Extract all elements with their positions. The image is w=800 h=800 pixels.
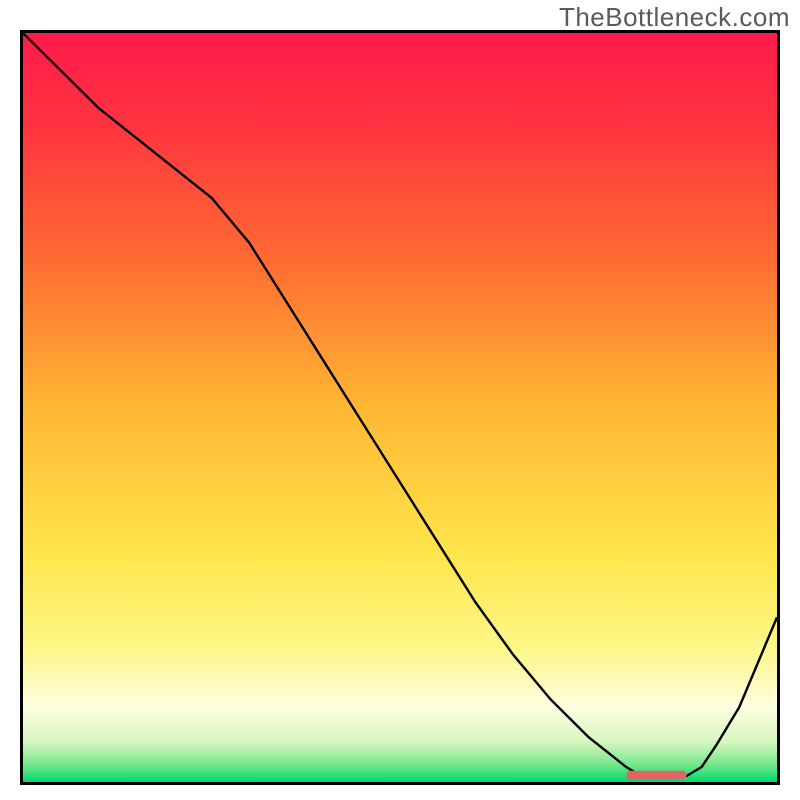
plot-svg bbox=[23, 33, 777, 782]
optimal-range-marker bbox=[626, 771, 686, 780]
gradient-background bbox=[23, 33, 777, 782]
watermark-text: TheBottleneck.com bbox=[559, 2, 790, 33]
chart-frame: TheBottleneck.com bbox=[0, 0, 800, 800]
plot-area bbox=[20, 30, 780, 785]
